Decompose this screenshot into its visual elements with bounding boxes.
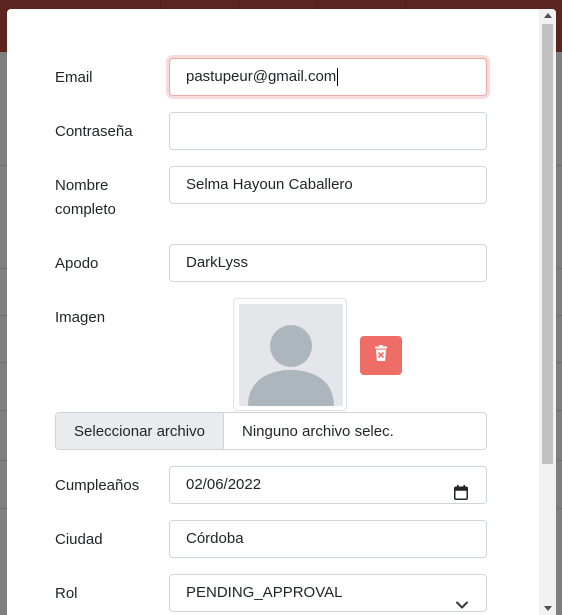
role-label: Rol bbox=[55, 585, 78, 602]
password-label: Contraseña bbox=[55, 123, 133, 140]
modal-body: Email pastupeur@gmail.com Contraseña Nom… bbox=[7, 9, 539, 615]
city-label: Ciudad bbox=[55, 531, 103, 548]
role-select[interactable]: PENDING_APPROVAL bbox=[169, 574, 487, 612]
edit-user-modal: Email pastupeur@gmail.com Contraseña Nom… bbox=[7, 9, 556, 615]
choose-file-button[interactable]: Seleccionar archivo bbox=[56, 413, 224, 449]
trash-x-icon bbox=[374, 345, 388, 366]
file-chooser[interactable]: Seleccionar archivo Ninguno archivo sele… bbox=[55, 412, 487, 450]
birthday-label: Cumpleaños bbox=[55, 477, 140, 494]
city-value: Córdoba bbox=[186, 530, 244, 547]
full-name-label-line2: completo bbox=[55, 201, 116, 218]
scroll-down-arrow-icon[interactable] bbox=[544, 606, 552, 611]
file-name-text: Ninguno archivo selec. bbox=[242, 422, 394, 440]
password-input[interactable] bbox=[169, 112, 487, 150]
email-value: pastupeur@gmail.com bbox=[186, 68, 337, 85]
scroll-up-arrow-icon[interactable] bbox=[544, 13, 552, 18]
calendar-icon[interactable] bbox=[454, 478, 468, 514]
user-placeholder-icon bbox=[239, 304, 343, 406]
modal-scrollbar[interactable] bbox=[539, 9, 556, 615]
full-name-label-line1: Nombre bbox=[55, 177, 109, 194]
nickname-input[interactable]: DarkLyss bbox=[169, 244, 487, 282]
text-caret bbox=[337, 68, 339, 87]
city-input[interactable]: Córdoba bbox=[169, 520, 487, 558]
full-name-label: Nombre completo bbox=[55, 174, 116, 222]
full-name-value: Selma Hayoun Caballero bbox=[186, 176, 353, 193]
birthday-value: 02/06/2022 bbox=[186, 476, 262, 493]
nickname-value: DarkLyss bbox=[186, 254, 248, 271]
birthday-date-input[interactable]: 02/06/2022 bbox=[169, 466, 487, 504]
full-name-input[interactable]: Selma Hayoun Caballero bbox=[169, 166, 487, 204]
avatar-preview bbox=[233, 298, 347, 411]
scrollbar-thumb[interactable] bbox=[542, 24, 553, 464]
email-input[interactable]: pastupeur@gmail.com bbox=[169, 58, 487, 96]
chevron-down-icon bbox=[456, 587, 468, 615]
nickname-label: Apodo bbox=[55, 255, 99, 272]
email-label: Email bbox=[55, 69, 93, 86]
image-label: Imagen bbox=[55, 309, 106, 326]
delete-image-button[interactable] bbox=[360, 336, 402, 375]
role-value: PENDING_APPROVAL bbox=[186, 584, 343, 601]
